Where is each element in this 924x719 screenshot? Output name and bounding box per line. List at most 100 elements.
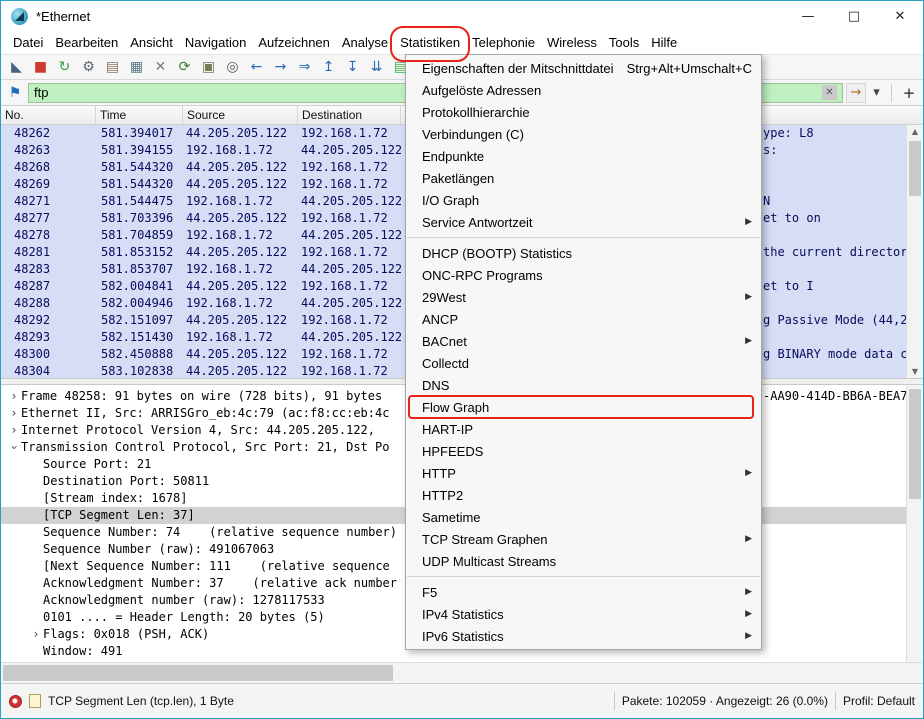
menubar-item-statistiken[interactable]: Statistiken: [394, 32, 466, 53]
column-header-no[interactable]: No.: [1, 106, 96, 124]
expand-arrow-icon[interactable]: ›: [29, 626, 43, 643]
packet-list-scrollbar[interactable]: ▲ ▼: [906, 125, 923, 378]
copy-icon[interactable]: ▣: [197, 56, 220, 78]
menubar-item-ansicht[interactable]: Ansicht: [124, 32, 179, 53]
close-file-icon[interactable]: ✕: [149, 56, 172, 78]
menu-item-f5[interactable]: F5▶: [406, 581, 761, 603]
packet-destination: 192.168.1.72: [298, 278, 401, 295]
menu-item-dns[interactable]: DNS: [406, 374, 761, 396]
go-to-packet-icon[interactable]: ⇒: [293, 56, 316, 78]
column-header-time[interactable]: Time: [96, 106, 183, 124]
menubar-item-bearbeiten[interactable]: Bearbeiten: [49, 32, 124, 53]
menu-item-http[interactable]: HTTP▶: [406, 462, 761, 484]
menu-item-endpunkte[interactable]: Endpunkte: [406, 145, 761, 167]
menu-item-service-antwortzeit[interactable]: Service Antwortzeit▶: [406, 211, 761, 233]
auto-scroll-icon[interactable]: ⇊: [365, 56, 388, 78]
menu-item-label: IPv4 Statistics: [422, 607, 504, 622]
minimize-button[interactable]: —: [785, 1, 831, 31]
menubar-item-navigation[interactable]: Navigation: [179, 32, 252, 53]
menu-item-label: HTTP2: [422, 488, 463, 503]
menubar-item-analyse[interactable]: Analyse: [336, 32, 394, 53]
packet-time: 581.703396: [96, 210, 183, 227]
menu-item-aufgel-ste-adressen[interactable]: Aufgelöste Adressen: [406, 79, 761, 101]
menu-item-http2[interactable]: HTTP2: [406, 484, 761, 506]
horizontal-scrollbar[interactable]: [1, 662, 923, 683]
open-file-icon[interactable]: ▤: [101, 56, 124, 78]
filter-dropdown-icon[interactable]: ▾: [869, 83, 884, 103]
menu-item-collectd[interactable]: Collectd: [406, 352, 761, 374]
expand-arrow-icon[interactable]: ›: [7, 388, 21, 405]
packet-time: 581.394017: [96, 125, 183, 142]
menu-item-paketl-ngen[interactable]: Paketlängen: [406, 167, 761, 189]
menu-item-hpfeeds[interactable]: HPFEEDS: [406, 440, 761, 462]
filter-add-button[interactable]: +: [899, 83, 919, 103]
menu-item-flow-graph[interactable]: Flow Graph: [406, 396, 761, 418]
menu-item-tcp-stream-graphen[interactable]: TCP Stream Graphen▶: [406, 528, 761, 550]
menu-item-dhcp-bootp-statistics[interactable]: DHCP (BOOTP) Statistics: [406, 242, 761, 264]
packet-source: 44.205.205.122: [183, 210, 298, 227]
packet-source: 44.205.205.122: [183, 312, 298, 329]
go-back-icon[interactable]: ←: [245, 56, 268, 78]
filter-apply-button[interactable]: →: [846, 83, 866, 103]
wireshark-window: *Ethernet — □ ✕ DateiBearbeitenAnsichtNa…: [0, 0, 924, 719]
capture-comment-icon[interactable]: [29, 694, 41, 708]
menu-item-sametime[interactable]: Sametime: [406, 506, 761, 528]
column-header-source[interactable]: Source: [183, 106, 298, 124]
menu-item-onc-rpc-programs[interactable]: ONC-RPC Programs: [406, 264, 761, 286]
expand-arrow-icon[interactable]: ›: [7, 405, 21, 422]
filter-clear-icon[interactable]: ✕: [822, 85, 837, 100]
menubar-item-wireless[interactable]: Wireless: [541, 32, 603, 53]
menu-item-label: Collectd: [422, 356, 469, 371]
packet-source: 44.205.205.122: [183, 244, 298, 261]
save-file-icon[interactable]: ▦: [125, 56, 148, 78]
menu-item-eigenschaften-der-mitschnittdatei[interactable]: Eigenschaften der MitschnittdateiStrg+Al…: [406, 57, 761, 79]
menubar-item-aufzeichnen[interactable]: Aufzeichnen: [252, 32, 336, 53]
status-packet-counts: Pakete: 102059 · Angezeigt: 26 (0.0%): [622, 694, 828, 708]
packet-list-scrollbar-thumb[interactable]: [909, 141, 921, 196]
go-forward-icon[interactable]: →: [269, 56, 292, 78]
details-scrollbar-thumb[interactable]: [909, 389, 921, 499]
menu-item-verbindungen-c[interactable]: Verbindungen (C): [406, 123, 761, 145]
capture-options-icon[interactable]: ⚙: [77, 56, 100, 78]
arrow-spacer: [29, 592, 43, 609]
close-button[interactable]: ✕: [877, 1, 923, 31]
submenu-arrow-icon: ▶: [745, 631, 752, 641]
packet-no: 48283: [1, 261, 96, 278]
filter-bookmark-icon[interactable]: ⚑: [5, 85, 25, 101]
menubar-item-tools[interactable]: Tools: [603, 32, 645, 53]
horizontal-scrollbar-thumb[interactable]: [3, 665, 393, 681]
menu-item-label: IPv6 Statistics: [422, 629, 504, 644]
menu-item-bacnet[interactable]: BACnet▶: [406, 330, 761, 352]
scroll-up-icon[interactable]: ▲: [907, 127, 923, 136]
collapse-arrow-icon[interactable]: ›: [6, 441, 23, 455]
maximize-button[interactable]: □: [831, 1, 877, 31]
title-bar: *Ethernet — □ ✕: [1, 1, 923, 31]
start-capture-icon[interactable]: ◣: [5, 56, 28, 78]
stop-capture-icon[interactable]: ■: [29, 56, 52, 78]
menu-item-ipv4-statistics[interactable]: IPv4 Statistics▶: [406, 603, 761, 625]
menubar-item-datei[interactable]: Datei: [7, 32, 49, 53]
menubar-item-hilfe[interactable]: Hilfe: [645, 32, 683, 53]
find-packet-icon[interactable]: ◎: [221, 56, 244, 78]
menu-item-hart-ip[interactable]: HART-IP: [406, 418, 761, 440]
menu-item-protokollhierarchie[interactable]: Protokollhierarchie: [406, 101, 761, 123]
details-scrollbar[interactable]: [906, 385, 923, 662]
menu-item-ipv6-statistics[interactable]: IPv6 Statistics ▶: [406, 625, 761, 647]
packet-source: 192.168.1.72: [183, 329, 298, 346]
menu-item-i-o-graph[interactable]: I/O Graph: [406, 189, 761, 211]
expand-arrow-icon[interactable]: ›: [7, 422, 21, 439]
menubar-item-telephonie[interactable]: Telephonie: [466, 32, 541, 53]
expert-info-icon[interactable]: [9, 695, 22, 708]
menu-item-label: Sametime: [422, 510, 481, 525]
go-to-bottom-icon[interactable]: ↧: [341, 56, 364, 78]
restart-capture-icon[interactable]: ↻: [53, 56, 76, 78]
column-header-destination[interactable]: Destination: [298, 106, 401, 124]
menu-item-29west[interactable]: 29West▶: [406, 286, 761, 308]
go-to-top-icon[interactable]: ↥: [317, 56, 340, 78]
reload-file-icon[interactable]: ⟳: [173, 56, 196, 78]
menu-item-ancp[interactable]: ANCP: [406, 308, 761, 330]
menu-item-udp-multicast-streams[interactable]: UDP Multicast Streams: [406, 550, 761, 572]
arrow-spacer: [29, 456, 43, 473]
status-profile[interactable]: Profil: Default: [843, 694, 915, 708]
scroll-down-icon[interactable]: ▼: [907, 367, 923, 376]
